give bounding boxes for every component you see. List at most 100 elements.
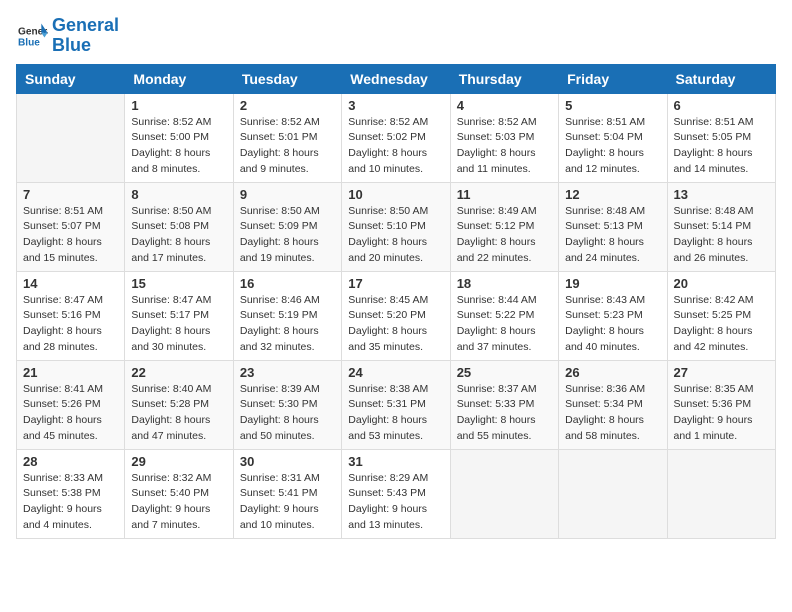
day-number: 10 xyxy=(348,187,443,202)
day-cell xyxy=(667,449,775,538)
day-number: 12 xyxy=(565,187,660,202)
day-cell: 3 Sunrise: 8:52 AMSunset: 5:02 PMDaylight… xyxy=(342,93,450,182)
day-info: Sunrise: 8:50 AMSunset: 5:08 PMDaylight:… xyxy=(131,204,226,267)
day-number: 27 xyxy=(674,365,769,380)
day-cell: 18Sunrise: 8:44 AMSunset: 5:22 PMDayligh… xyxy=(450,271,558,360)
day-info: Sunrise: 8:47 AMSunset: 5:16 PMDaylight:… xyxy=(23,293,118,356)
day-cell xyxy=(17,93,125,182)
day-info: Sunrise: 8:40 AMSunset: 5:28 PMDaylight:… xyxy=(131,382,226,445)
day-cell: 30 Sunrise: 8:31 AMSunset: 5:41 PMDayligh… xyxy=(233,449,341,538)
day-info: Sunrise: 8:36 AMSunset: 5:34 PMDaylight:… xyxy=(565,382,660,445)
day-info: Sunrise: 8:35 AMSunset: 5:36 PMDaylight:… xyxy=(674,382,769,445)
day-info: Sunrise: 8:41 AMSunset: 5:26 PMDaylight:… xyxy=(23,382,118,445)
day-cell: 31 Sunrise: 8:29 AMSunset: 5:43 PMDayligh… xyxy=(342,449,450,538)
day-number: 30 xyxy=(240,454,335,469)
header-cell-saturday: Saturday xyxy=(667,64,775,93)
day-number: 31 xyxy=(348,454,443,469)
day-info: Sunrise: 8:48 AMSunset: 5:13 PMDaylight:… xyxy=(565,204,660,267)
day-cell: 24 Sunrise: 8:38 AMSunset: 5:31 PMDayligh… xyxy=(342,360,450,449)
logo: General Blue General Blue xyxy=(16,16,119,56)
day-number: 14 xyxy=(23,276,118,291)
day-info: Sunrise: 8:51 AMSunset: 5:04 PMDaylight:… xyxy=(565,115,660,178)
day-cell: 22 Sunrise: 8:40 AMSunset: 5:28 PMDayligh… xyxy=(125,360,233,449)
day-cell: 10 Sunrise: 8:50 AMSunset: 5:10 PMDayligh… xyxy=(342,182,450,271)
day-number: 16 xyxy=(240,276,335,291)
day-number: 5 xyxy=(565,98,660,113)
day-info: Sunrise: 8:52 AMSunset: 5:00 PMDaylight:… xyxy=(131,115,226,178)
week-row-1: 1 Sunrise: 8:52 AMSunset: 5:00 PMDaylight… xyxy=(17,93,776,182)
day-cell: 4 Sunrise: 8:52 AMSunset: 5:03 PMDaylight… xyxy=(450,93,558,182)
day-number: 8 xyxy=(131,187,226,202)
header-cell-sunday: Sunday xyxy=(17,64,125,93)
day-info: Sunrise: 8:52 AMSunset: 5:02 PMDaylight:… xyxy=(348,115,443,178)
day-cell xyxy=(450,449,558,538)
header-cell-friday: Friday xyxy=(559,64,667,93)
day-number: 6 xyxy=(674,98,769,113)
calendar-table: SundayMondayTuesdayWednesdayThursdayFrid… xyxy=(16,64,776,539)
header-cell-tuesday: Tuesday xyxy=(233,64,341,93)
day-number: 11 xyxy=(457,187,552,202)
day-cell: 20 Sunrise: 8:42 AMSunset: 5:25 PMDayligh… xyxy=(667,271,775,360)
day-number: 17 xyxy=(348,276,443,291)
logo-icon: General Blue xyxy=(16,22,48,50)
day-info: Sunrise: 8:31 AMSunset: 5:41 PMDaylight:… xyxy=(240,471,335,534)
day-number: 7 xyxy=(23,187,118,202)
header-cell-monday: Monday xyxy=(125,64,233,93)
day-cell: 11 Sunrise: 8:49 AMSunset: 5:12 PMDayligh… xyxy=(450,182,558,271)
day-number: 25 xyxy=(457,365,552,380)
day-info: Sunrise: 8:47 AMSunset: 5:17 PMDaylight:… xyxy=(131,293,226,356)
day-info: Sunrise: 8:39 AMSunset: 5:30 PMDaylight:… xyxy=(240,382,335,445)
header-cell-wednesday: Wednesday xyxy=(342,64,450,93)
day-info: Sunrise: 8:50 AMSunset: 5:09 PMDaylight:… xyxy=(240,204,335,267)
day-info: Sunrise: 8:52 AMSunset: 5:03 PMDaylight:… xyxy=(457,115,552,178)
day-cell: 23 Sunrise: 8:39 AMSunset: 5:30 PMDayligh… xyxy=(233,360,341,449)
day-info: Sunrise: 8:46 AMSunset: 5:19 PMDaylight:… xyxy=(240,293,335,356)
day-cell: 27 Sunrise: 8:35 AMSunset: 5:36 PMDayligh… xyxy=(667,360,775,449)
day-cell: 1 Sunrise: 8:52 AMSunset: 5:00 PMDaylight… xyxy=(125,93,233,182)
day-cell: 7 Sunrise: 8:51 AMSunset: 5:07 PMDaylight… xyxy=(17,182,125,271)
day-cell: 13 Sunrise: 8:48 AMSunset: 5:14 PMDayligh… xyxy=(667,182,775,271)
day-cell: 5 Sunrise: 8:51 AMSunset: 5:04 PMDaylight… xyxy=(559,93,667,182)
day-cell: 26 Sunrise: 8:36 AMSunset: 5:34 PMDayligh… xyxy=(559,360,667,449)
week-row-3: 14 Sunrise: 8:47 AMSunset: 5:16 PMDayligh… xyxy=(17,271,776,360)
day-number: 1 xyxy=(131,98,226,113)
day-info: Sunrise: 8:42 AMSunset: 5:25 PMDaylight:… xyxy=(674,293,769,356)
day-info: Sunrise: 8:37 AMSunset: 5:33 PMDaylight:… xyxy=(457,382,552,445)
day-number: 2 xyxy=(240,98,335,113)
day-info: Sunrise: 8:52 AMSunset: 5:01 PMDaylight:… xyxy=(240,115,335,178)
day-number: 15 xyxy=(131,276,226,291)
day-number: 4 xyxy=(457,98,552,113)
day-number: 23 xyxy=(240,365,335,380)
day-cell: 29 Sunrise: 8:32 AMSunset: 5:40 PMDayligh… xyxy=(125,449,233,538)
logo-text: General Blue xyxy=(52,16,119,56)
day-number: 20 xyxy=(674,276,769,291)
day-cell: 6Sunrise: 8:51 AMSunset: 5:05 PMDaylight… xyxy=(667,93,775,182)
day-info: Sunrise: 8:50 AMSunset: 5:10 PMDaylight:… xyxy=(348,204,443,267)
day-number: 13 xyxy=(674,187,769,202)
day-cell: 8 Sunrise: 8:50 AMSunset: 5:08 PMDaylight… xyxy=(125,182,233,271)
day-number: 21 xyxy=(23,365,118,380)
week-row-4: 21 Sunrise: 8:41 AMSunset: 5:26 PMDayligh… xyxy=(17,360,776,449)
svg-text:Blue: Blue xyxy=(18,37,40,48)
day-cell: 15 Sunrise: 8:47 AMSunset: 5:17 PMDayligh… xyxy=(125,271,233,360)
day-info: Sunrise: 8:51 AMSunset: 5:07 PMDaylight:… xyxy=(23,204,118,267)
day-info: Sunrise: 8:29 AMSunset: 5:43 PMDaylight:… xyxy=(348,471,443,534)
week-row-2: 7 Sunrise: 8:51 AMSunset: 5:07 PMDaylight… xyxy=(17,182,776,271)
day-number: 26 xyxy=(565,365,660,380)
day-info: Sunrise: 8:38 AMSunset: 5:31 PMDaylight:… xyxy=(348,382,443,445)
header-row: SundayMondayTuesdayWednesdayThursdayFrid… xyxy=(17,64,776,93)
day-cell: 14 Sunrise: 8:47 AMSunset: 5:16 PMDayligh… xyxy=(17,271,125,360)
day-info: Sunrise: 8:32 AMSunset: 5:40 PMDaylight:… xyxy=(131,471,226,534)
day-info: Sunrise: 8:33 AMSunset: 5:38 PMDaylight:… xyxy=(23,471,118,534)
day-number: 19 xyxy=(565,276,660,291)
page-header: General Blue General Blue xyxy=(16,16,776,56)
day-cell xyxy=(559,449,667,538)
day-info: Sunrise: 8:48 AMSunset: 5:14 PMDaylight:… xyxy=(674,204,769,267)
day-number: 22 xyxy=(131,365,226,380)
day-number: 24 xyxy=(348,365,443,380)
day-info: Sunrise: 8:49 AMSunset: 5:12 PMDaylight:… xyxy=(457,204,552,267)
day-number: 29 xyxy=(131,454,226,469)
day-number: 18 xyxy=(457,276,552,291)
day-number: 3 xyxy=(348,98,443,113)
day-info: Sunrise: 8:45 AMSunset: 5:20 PMDaylight:… xyxy=(348,293,443,356)
